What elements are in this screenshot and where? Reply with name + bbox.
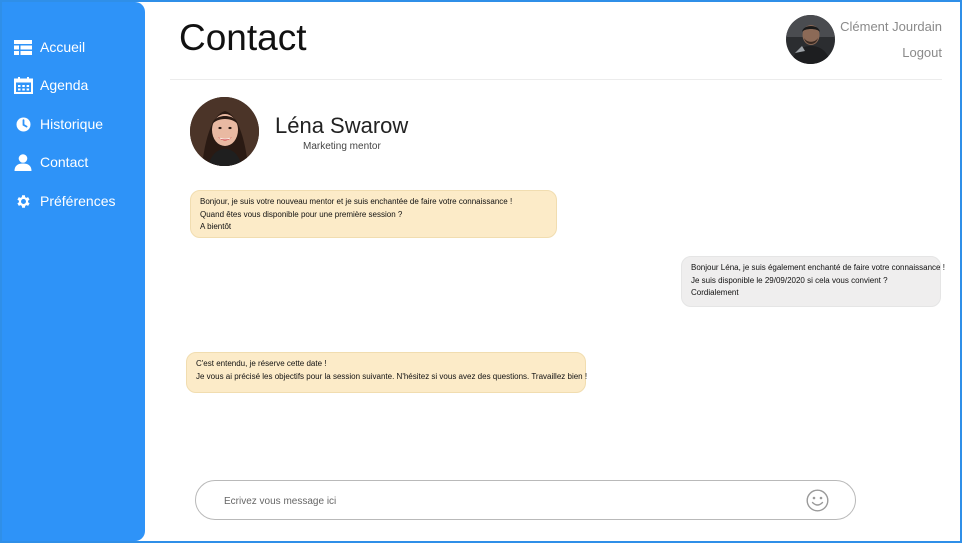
contact-avatar <box>190 97 259 166</box>
sidebar-item-preferences[interactable]: Préférences <box>12 189 137 213</box>
message-line: Quand êtes vous disponible pour une prem… <box>200 209 403 219</box>
dashboard-icon <box>12 37 34 57</box>
user-icon <box>12 152 34 172</box>
clock-icon <box>12 114 34 134</box>
message-composer <box>195 480 856 520</box>
sidebar: Accueil Agenda Historique Contact Préfér… <box>2 2 145 541</box>
calendar-icon <box>12 75 34 95</box>
message-incoming: C'est entendu, je réserve cette date ! J… <box>186 352 588 393</box>
contact-name: Léna Swarow <box>275 113 409 138</box>
message-line: Bonjour, je suis votre nouveau mentor et… <box>200 197 513 206</box>
sidebar-item-contact[interactable]: Contact <box>12 150 137 174</box>
sidebar-item-label: Préférences <box>40 193 116 209</box>
logout-link[interactable]: Logout <box>902 45 942 60</box>
message-incoming: Bonjour, je suis votre nouveau mentor et… <box>190 190 557 238</box>
message-line: A bientôt <box>200 222 232 231</box>
user-avatar[interactable] <box>786 15 835 64</box>
gear-icon <box>12 191 34 211</box>
page-title: Contact <box>179 17 307 58</box>
sidebar-item-label: Historique <box>40 116 104 132</box>
header-divider <box>170 79 942 80</box>
message-outgoing: Bonjour Léna, je suis également enchanté… <box>681 256 945 307</box>
user-name: Clément Jourdain <box>840 19 942 34</box>
message-input[interactable] <box>224 493 784 509</box>
message-line: C'est entendu, je réserve cette date ! <box>196 359 327 368</box>
message-line: Cordialement <box>691 288 739 297</box>
message-line: Bonjour Léna, je suis également enchanté… <box>691 263 945 272</box>
sidebar-item-label: Accueil <box>40 39 86 55</box>
message-line: Je suis disponible le 29/09/2020 si cela… <box>691 275 888 285</box>
sidebar-item-agenda[interactable]: Agenda <box>12 73 137 97</box>
contact-role: Marketing mentor <box>303 141 381 152</box>
sidebar-item-accueil[interactable]: Accueil <box>12 35 137 59</box>
sidebar-item-label: Contact <box>40 154 89 170</box>
emoji-icon[interactable] <box>806 489 829 512</box>
sidebar-item-historique[interactable]: Historique <box>12 112 137 136</box>
message-line: Je vous ai précisé les objectifs pour la… <box>196 371 588 381</box>
sidebar-item-label: Agenda <box>40 77 89 93</box>
